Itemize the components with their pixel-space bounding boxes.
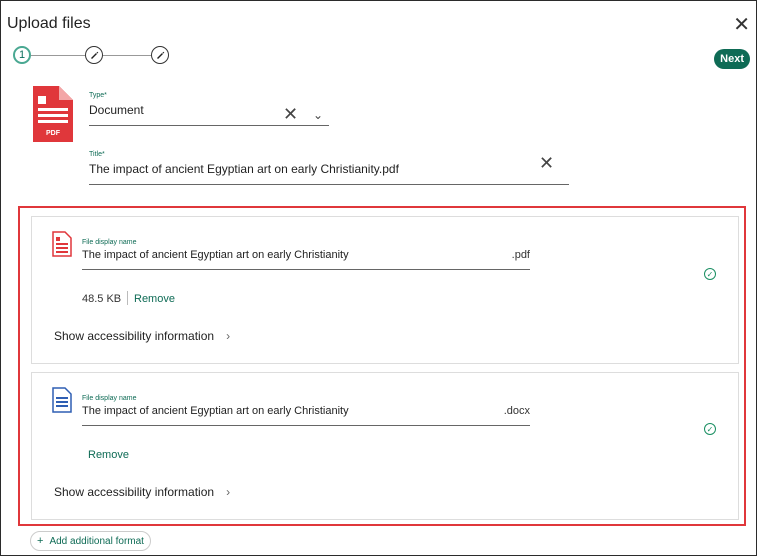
title-field[interactable]: Title* The impact of ancient Egyptian ar… (89, 151, 569, 185)
step-2[interactable] (85, 46, 103, 64)
pdf-file-icon: PDF (33, 86, 73, 142)
pencil-icon (91, 51, 99, 59)
divider (127, 291, 128, 305)
add-additional-format-button[interactable]: + Add additional format (30, 531, 151, 551)
file-card-docx: File display name The impact of ancient … (31, 372, 739, 520)
doc-icon (52, 387, 72, 413)
chevron-right-icon: › (226, 485, 231, 499)
file-display-name-label: File display name (82, 239, 137, 246)
show-accessibility-toggle[interactable]: Show accessibility information › (54, 329, 230, 343)
dialog-title: Upload files (7, 15, 91, 32)
file-extension: .pdf (511, 249, 530, 261)
remove-link[interactable]: Remove (88, 449, 129, 461)
remove-link[interactable]: Remove (134, 293, 175, 305)
plus-icon: + (37, 535, 44, 547)
type-select[interactable]: Type* Document ✕ ⌄ (89, 92, 329, 126)
type-label: Type* (89, 92, 107, 99)
chevron-right-icon: › (226, 329, 231, 343)
show-accessibility-label: Show accessibility information (54, 485, 215, 499)
check-circle-icon: ✓ (704, 268, 716, 280)
check-circle-icon: ✓ (704, 423, 716, 435)
clear-title-icon[interactable]: ✕ (539, 153, 554, 174)
file-display-name-field[interactable]: File display name The impact of ancient … (82, 395, 530, 426)
title-value: The impact of ancient Egyptian art on ea… (89, 162, 399, 176)
chevron-down-icon[interactable]: ⌄ (313, 108, 323, 122)
file-display-name-value: The impact of ancient Egyptian art on ea… (82, 405, 349, 417)
file-size: 48.5 KB (82, 293, 122, 305)
add-format-label: Add additional format (49, 535, 144, 547)
file-card-pdf: File display name The impact of ancient … (31, 216, 739, 364)
show-accessibility-toggle[interactable]: Show accessibility information › (54, 485, 230, 499)
file-display-name-label: File display name (82, 395, 137, 402)
step-connector (103, 55, 151, 56)
show-accessibility-label: Show accessibility information (54, 329, 215, 343)
next-button[interactable]: Next (714, 49, 750, 69)
pencil-icon (157, 51, 165, 59)
file-display-name-field[interactable]: File display name The impact of ancient … (82, 239, 530, 270)
close-icon[interactable]: ✕ (733, 15, 750, 35)
file-extension: .docx (503, 405, 530, 417)
upload-dialog: Upload files ✕ 1 Next PDF Type* Document… (0, 0, 757, 556)
file-display-name-value: The impact of ancient Egyptian art on ea… (82, 249, 349, 261)
title-label: Title* (89, 151, 105, 158)
clear-type-icon[interactable]: ✕ (283, 104, 298, 125)
pdf-badge: PDF (46, 130, 61, 137)
step-3[interactable] (151, 46, 169, 64)
step-1[interactable]: 1 (13, 46, 31, 64)
stepper: 1 (13, 46, 173, 68)
step-connector (31, 55, 85, 56)
pdf-icon (52, 231, 72, 257)
